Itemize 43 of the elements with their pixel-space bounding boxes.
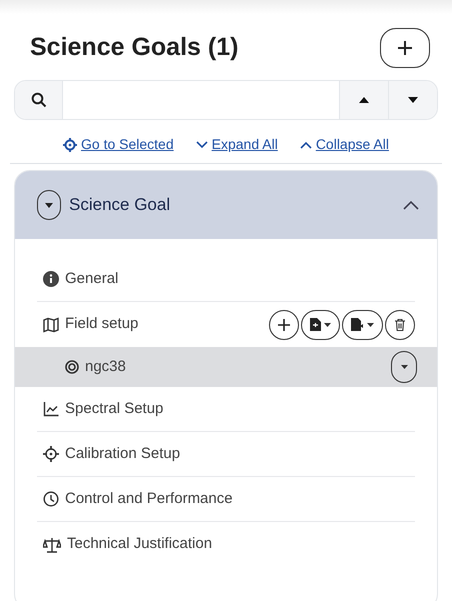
target-row[interactable]: ngc38	[15, 347, 437, 387]
delete-button[interactable]	[385, 310, 415, 340]
toolbar-link[interactable]: Collapse All	[316, 134, 389, 155]
chevron-down-icon	[196, 140, 208, 148]
caret-icon	[324, 322, 331, 326]
section-item[interactable]: Spectral Setup	[65, 398, 164, 420]
plus-icon	[278, 318, 290, 330]
section-item[interactable]: Calibration Setup	[65, 442, 180, 466]
export-button[interactable]	[342, 310, 383, 340]
section-item[interactable]: Field setup	[65, 313, 138, 336]
file-icon	[310, 318, 321, 331]
add-button[interactable]	[269, 310, 299, 340]
search-icon	[30, 92, 46, 108]
crosshair-icon	[63, 138, 78, 152]
target-icon	[65, 360, 79, 374]
section-item[interactable]: General	[65, 268, 118, 290]
chart-line-icon	[43, 401, 59, 417]
section-item[interactable]: Control and Performance	[65, 488, 233, 510]
clock-icon	[43, 491, 59, 507]
import-button[interactable]	[301, 310, 340, 340]
section-item[interactable]: Technical Justification	[67, 533, 212, 556]
accordion-header[interactable]: Science Goal	[15, 171, 437, 239]
file-icon	[351, 318, 364, 331]
caret-icon	[367, 322, 374, 326]
add-button[interactable]	[380, 28, 430, 68]
caret-icon	[45, 202, 53, 208]
info-icon	[43, 271, 59, 287]
dropdown-button[interactable]	[391, 351, 417, 383]
plus-icon	[396, 39, 414, 57]
goal-label: Science Goal	[69, 194, 170, 216]
dropdown-button[interactable]	[37, 190, 61, 220]
target-label: ngc38	[85, 356, 126, 377]
caret-icon	[400, 365, 408, 369]
down-triangle-icon	[408, 97, 418, 103]
map-icon	[43, 316, 59, 332]
scale-icon	[43, 536, 61, 552]
toolbar-link[interactable]: Go to Selected	[81, 134, 174, 155]
crosshair-icon	[43, 446, 59, 462]
chevron-up-icon	[300, 140, 312, 148]
toolbar-link[interactable]: Expand All	[212, 134, 278, 155]
trash-icon	[395, 318, 405, 330]
panel-title: Science Goals (1)	[30, 32, 238, 64]
up-triangle-icon	[359, 97, 369, 103]
